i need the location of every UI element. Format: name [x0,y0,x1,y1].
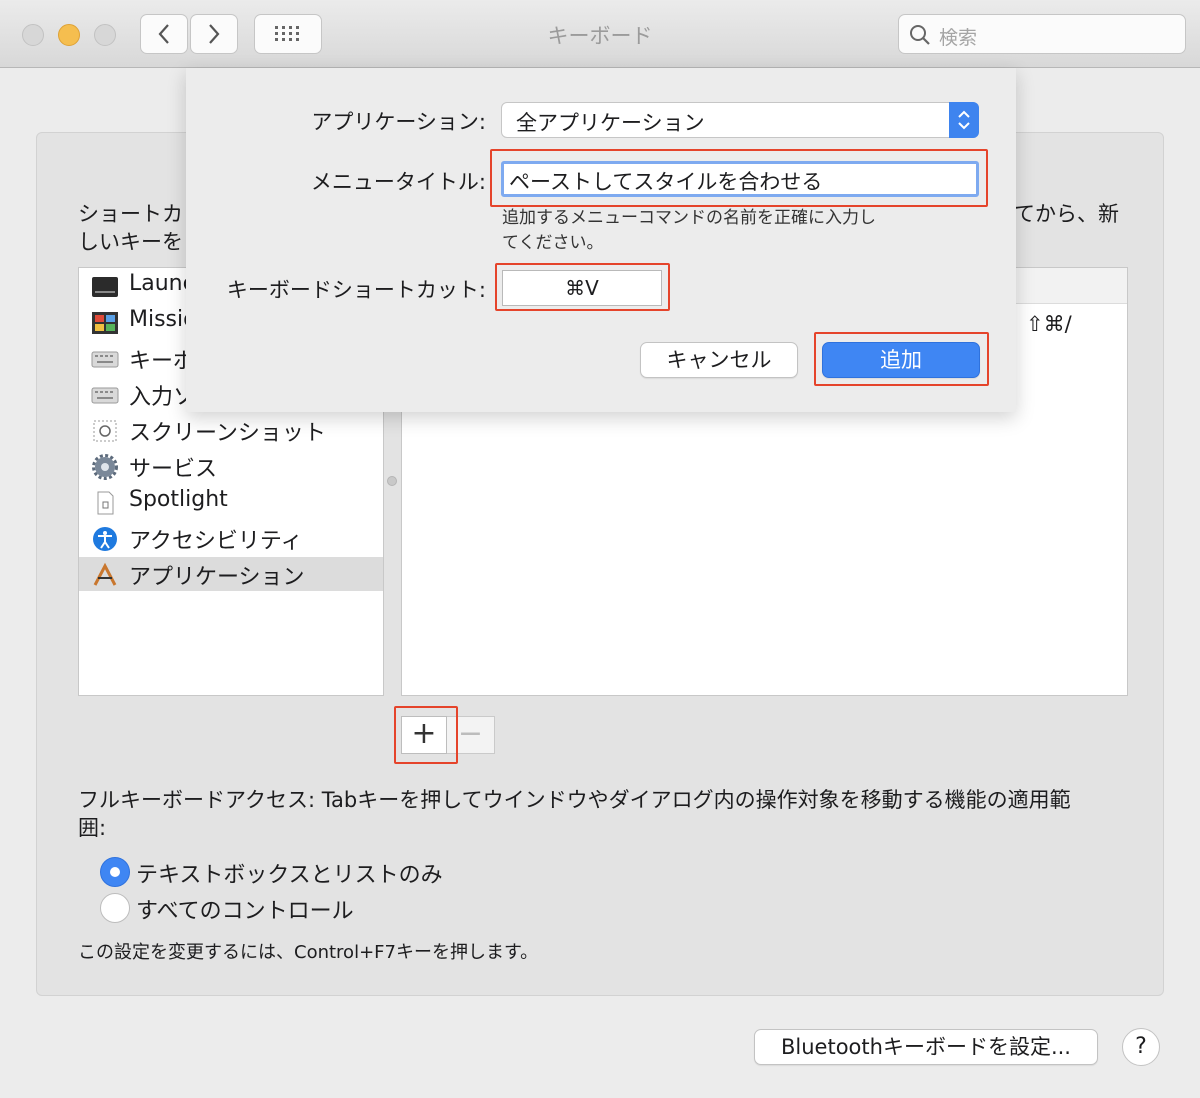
title-bar: キーボード 検索 [0,0,1200,68]
radio-all-controls[interactable] [100,893,130,923]
category-item-services[interactable]: サービス [79,449,383,483]
radio-text-boxes-and-lists[interactable] [100,857,130,887]
application-popup[interactable]: 全アプリケーション [501,102,979,138]
category-item-applications[interactable]: アプリケーション [79,557,383,591]
category-item-spotlight[interactable]: Spotlight [79,485,383,519]
services-gear-icon [92,454,118,480]
split-view-handle[interactable] [387,476,397,486]
category-item-accessibility[interactable]: アクセシビリティ [79,521,383,555]
search-icon [910,25,930,45]
keyboard-shortcut-label: キーボードショートカット: [226,278,486,302]
menu-title-value: ペーストしてスタイルを合わせる [509,170,823,194]
add-shortcut-button[interactable]: + [401,716,447,754]
shortcut-keys[interactable]: ⇧⌘/ [1026,312,1072,336]
menu-title-label: メニュータイトル: [310,170,486,194]
category-item-screenshot[interactable]: スクリーンショット [79,413,383,447]
mission-control-icon [92,312,118,334]
intro-text-line2: しいキーを [78,230,183,254]
search-input[interactable]: 検索 [898,14,1186,54]
launchpad-icon [92,277,118,297]
input-source-icon [91,387,119,404]
screenshot-icon [93,420,117,442]
full-keyboard-access-label: フルキーボードアクセス: Tabキーを押してウインドウやダイアログ内の操作対象を… [78,788,1071,840]
cancel-button[interactable]: キャンセル [640,342,798,378]
search-placeholder: 検索 [939,27,978,49]
keyboard-shortcut-field[interactable]: ⌘V [502,270,662,306]
add-button[interactable]: 追加 [822,342,980,378]
radio-label-all-controls[interactable]: すべてのコントロール [136,893,354,925]
applications-icon [93,562,117,586]
control-f7-note: この設定を変更するには、Control+F7キーを押します。 [78,942,539,963]
menu-title-hint: 追加するメニューコマンドの名前を正確に入力してください。 [502,208,876,253]
application-label: アプリケーション: [311,110,486,134]
accessibility-icon [93,527,117,551]
application-popup-value: 全アプリケーション [516,111,705,135]
setup-bluetooth-keyboard-button[interactable]: Bluetoothキーボードを設定... [754,1029,1098,1065]
intro-text-line1-left: ショートカ [78,202,183,226]
help-button[interactable]: ? [1122,1028,1160,1066]
up-down-chevron-icon [958,110,970,130]
radio-label-text-boxes-and-lists[interactable]: テキストボックスとリストのみ [136,857,443,889]
keyboard-icon [91,351,119,368]
spotlight-doc-icon [97,491,114,515]
remove-shortcut-button[interactable]: − [447,716,495,754]
menu-title-field[interactable]: ペーストしてスタイルを合わせる [501,161,979,197]
popup-stepper [949,102,979,138]
intro-text-line1-right: てから、新 [1014,202,1119,226]
